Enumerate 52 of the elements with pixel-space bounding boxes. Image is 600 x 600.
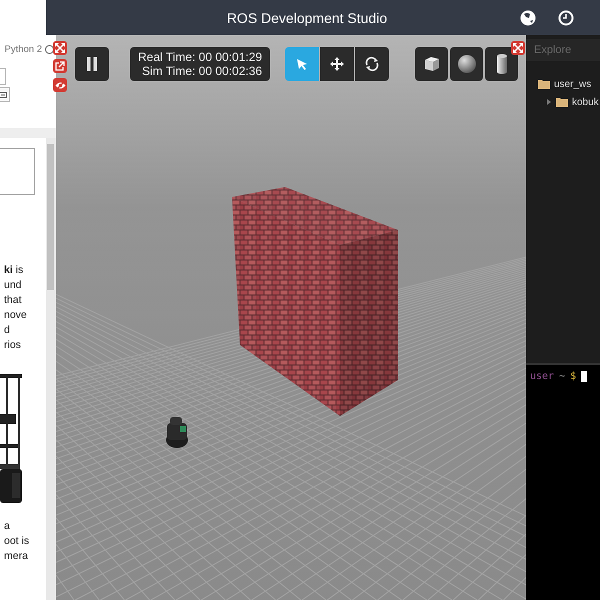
text-line: nove xyxy=(4,308,28,323)
eye-slash-icon xyxy=(54,80,66,90)
pause-icon xyxy=(85,56,99,72)
sphere-icon xyxy=(456,54,476,74)
sphere-shape-button[interactable] xyxy=(450,47,483,81)
move-icon xyxy=(329,56,345,72)
box-shape-button[interactable] xyxy=(415,47,448,81)
sim-time-label: Sim Time: 00 00:02:36 xyxy=(142,64,262,78)
clock-icon[interactable] xyxy=(558,10,574,26)
text-line: rios xyxy=(4,338,22,353)
robot-drawing xyxy=(166,417,188,448)
text-line: oot is xyxy=(4,534,30,549)
folder-icon xyxy=(556,97,568,107)
cylinder-icon xyxy=(496,53,508,75)
cube-icon xyxy=(422,55,440,73)
explorer-title: Explore xyxy=(534,44,572,56)
cylinder-shape-button[interactable] xyxy=(485,47,518,81)
scrollbar-thumb[interactable] xyxy=(47,144,54,290)
hide-button[interactable] xyxy=(53,78,67,92)
tree-item-label[interactable]: user_ws xyxy=(554,78,592,90)
close-button[interactable] xyxy=(511,41,525,55)
folder-icon xyxy=(538,79,550,89)
rotate-icon xyxy=(364,56,380,72)
text-line: that xyxy=(4,293,23,308)
translate-tool-button[interactable] xyxy=(320,47,354,81)
terminal-user: user xyxy=(530,370,554,382)
expand-arrow-icon[interactable] xyxy=(546,99,552,105)
keyboard-icon xyxy=(0,92,7,98)
kernel-name: Python 2 xyxy=(4,44,42,54)
app-title: ROS Development Studio xyxy=(226,10,388,26)
open-external-button[interactable] xyxy=(53,59,67,73)
text-line: ki is xyxy=(4,263,24,278)
text-line: und xyxy=(4,278,23,293)
expand-icon xyxy=(55,43,65,53)
terminal-path: ~ xyxy=(559,370,566,382)
text-line: d xyxy=(4,323,11,338)
close-icon xyxy=(513,43,523,53)
rotate-tool-button[interactable] xyxy=(355,47,389,81)
text-line: a xyxy=(4,519,11,534)
maximize-button[interactable] xyxy=(53,41,67,55)
terminal-panel[interactable]: user ~ $ xyxy=(526,363,600,600)
pause-button[interactable] xyxy=(75,47,109,81)
terminal-prompt: $ xyxy=(570,370,576,382)
tree-item-label[interactable]: kobuk xyxy=(572,96,599,108)
text-line: mera xyxy=(4,549,29,564)
text-cursor xyxy=(581,370,588,382)
pointer-icon xyxy=(295,57,309,71)
header-band xyxy=(0,128,56,138)
scrollbar[interactable] xyxy=(46,138,56,600)
external-link-icon xyxy=(55,61,65,71)
globe-icon[interactable] xyxy=(520,10,536,26)
real-time-label: Real Time: 00 00:01:29 xyxy=(138,50,262,64)
